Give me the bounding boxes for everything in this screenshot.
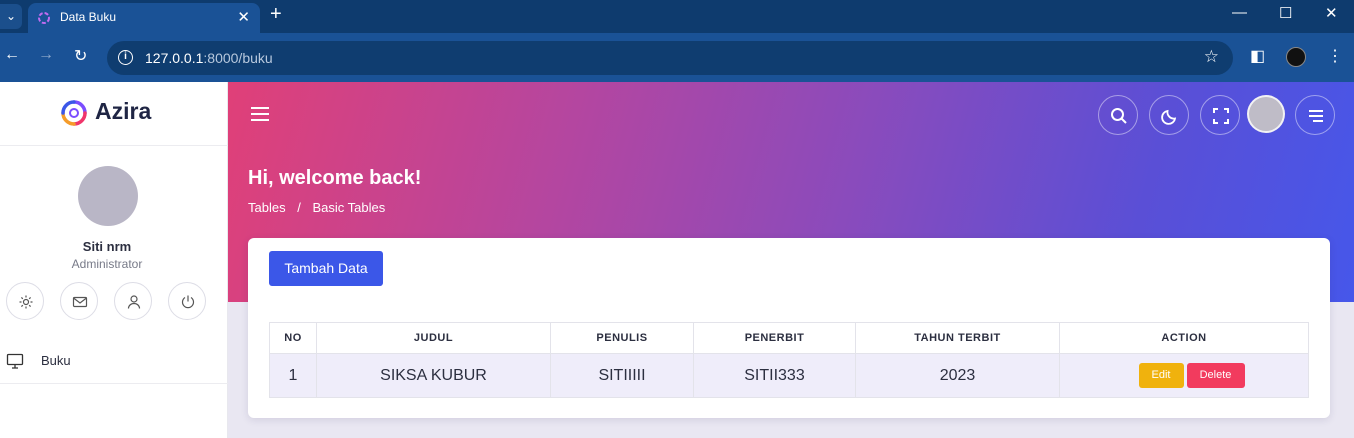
user-role: Administrator (71, 257, 143, 271)
main-content: Hi, welcome back! Tables / Basic Tables … (228, 82, 1354, 438)
user-icon (127, 295, 141, 309)
books-table: NO JUDUL PENULIS PENERBIT TAHUN TERBIT A… (269, 322, 1309, 398)
column-header: PENERBIT (693, 322, 856, 354)
profile-button[interactable] (114, 282, 152, 320)
back-icon[interactable]: ← (4, 46, 20, 64)
breadcrumb-item[interactable]: Tables (248, 200, 286, 215)
browser-toolbar: ← → ↻ i 127.0.0.1:8000/buku ☆ ◧ ⋮ (0, 33, 1354, 82)
sidebar-item-buku[interactable]: Buku (0, 344, 228, 384)
menu-button[interactable] (1295, 95, 1335, 135)
column-header: NO (269, 322, 317, 354)
column-header: TAHUN TERBIT (855, 322, 1060, 354)
breadcrumb: Tables / Basic Tables (248, 200, 385, 215)
cell-action: Edit Delete (1059, 353, 1309, 398)
forward-icon[interactable]: → (38, 46, 54, 64)
bookmark-star-icon[interactable]: ☆ (1204, 47, 1219, 67)
new-tab-icon[interactable]: + (270, 3, 282, 26)
mail-icon (72, 296, 88, 308)
settings-button[interactable] (6, 282, 44, 320)
cell-penulis: SITIIIII (550, 353, 694, 398)
column-header: ACTION (1059, 322, 1309, 354)
cell-tahun: 2023 (855, 353, 1060, 398)
side-panel-icon[interactable]: ◧ (1250, 46, 1265, 66)
monitor-icon (6, 353, 24, 369)
moon-icon (1161, 109, 1177, 125)
table-row: 1 SIKSA KUBUR SITIIIII SITII333 2023 Edi… (269, 353, 1309, 398)
fullscreen-button[interactable] (1200, 95, 1240, 135)
tab-close-icon[interactable]: ✕ (237, 8, 250, 26)
header-avatar[interactable] (1247, 95, 1285, 133)
brand[interactable]: Azira (0, 82, 228, 146)
url-text[interactable]: 127.0.0.1:8000/buku (145, 50, 273, 66)
cell-penerbit: SITII333 (693, 353, 856, 398)
mail-button[interactable] (60, 282, 98, 320)
column-header: JUDUL (316, 322, 551, 354)
breadcrumb-separator: / (297, 200, 301, 215)
breadcrumb-item: Basic Tables (312, 200, 386, 215)
delete-button[interactable]: Delete (1186, 363, 1245, 388)
sidebar-item-label: Buku (41, 353, 71, 368)
browser-tab[interactable]: Data Buku ✕ (28, 3, 260, 33)
dark-mode-button[interactable] (1149, 95, 1189, 135)
profile-avatar[interactable] (1286, 47, 1306, 67)
column-header: PENULIS (550, 322, 694, 354)
search-button[interactable] (1098, 95, 1138, 135)
minimize-icon[interactable]: — (1232, 4, 1247, 21)
user-avatar[interactable] (78, 166, 138, 226)
browser-tabbar: ⌄ Data Buku ✕ + — ☐ ✕ (0, 0, 1354, 33)
logout-button[interactable] (168, 282, 206, 320)
user-name: Siti nrm (82, 239, 132, 254)
menu-lines-icon (1309, 110, 1323, 122)
gear-icon (19, 295, 33, 309)
maximize-icon[interactable]: ☐ (1279, 4, 1292, 22)
hamburger-icon[interactable] (250, 106, 270, 122)
sidebar: Azira Siti nrm Administrator Buku (0, 82, 228, 438)
window-close-icon[interactable]: ✕ (1325, 4, 1338, 22)
address-bar[interactable]: i 127.0.0.1:8000/buku ☆ (107, 41, 1233, 75)
cell-no: 1 (269, 353, 317, 398)
fullscreen-icon (1213, 108, 1229, 124)
power-icon (181, 295, 195, 309)
browser-menu-icon[interactable]: ⋮ (1327, 46, 1343, 66)
page-title: Hi, welcome back! (248, 167, 422, 189)
data-card: Tambah Data NO JUDUL PENULIS PENERBIT TA… (248, 238, 1330, 418)
cell-judul: SIKSA KUBUR (316, 353, 551, 398)
add-data-button[interactable]: Tambah Data (269, 251, 383, 286)
tab-list-button[interactable]: ⌄ (0, 4, 22, 29)
brand-name: Azira (95, 98, 152, 124)
table-header-row: NO JUDUL PENULIS PENERBIT TAHUN TERBIT A… (269, 322, 1309, 354)
reload-icon[interactable]: ↻ (74, 46, 87, 66)
search-icon (1111, 108, 1127, 124)
azira-logo-icon (61, 100, 87, 126)
site-info-icon[interactable]: i (118, 50, 133, 65)
tab-title: Data Buku (60, 10, 117, 24)
azira-favicon-icon (38, 12, 50, 24)
edit-button[interactable]: Edit (1138, 363, 1184, 388)
